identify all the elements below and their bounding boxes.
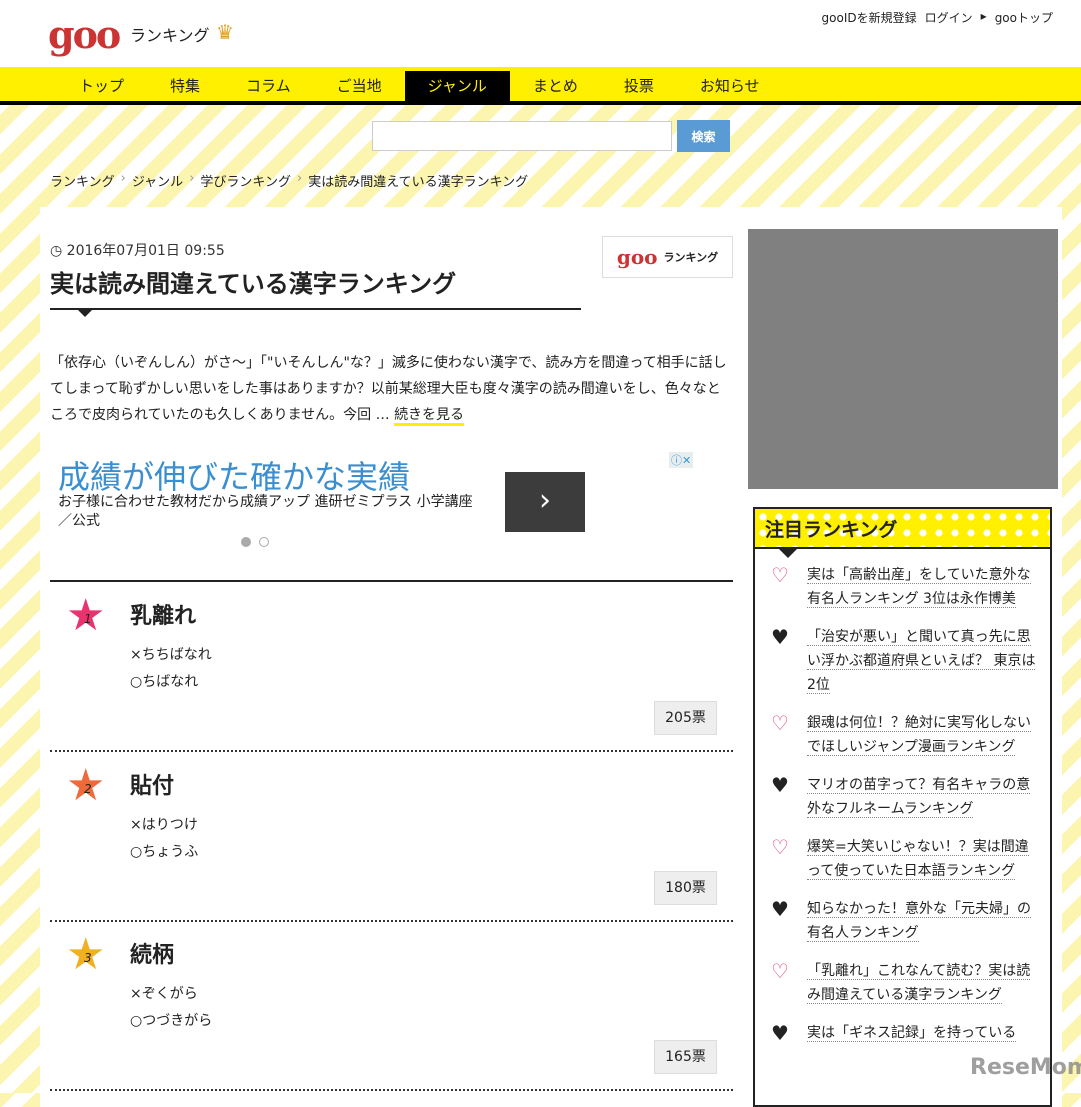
goo-logo[interactable]: goo	[48, 12, 121, 57]
featured-link[interactable]: 実は「高齢出産」をしていた意外な有名人ランキング 3位は永作博美	[807, 567, 1031, 608]
page-title: 実は読み間違えている漢字ランキング	[50, 270, 457, 298]
heart-icon: ♡	[771, 835, 789, 859]
rank-kanji: 貼付	[130, 774, 175, 799]
ad-next-button[interactable]: ›	[505, 472, 585, 532]
featured-item[interactable]: ♥ 知らなかった！意外な「元夫婦」の有名人ランキング	[755, 897, 1050, 945]
sidebar-ad[interactable]	[748, 229, 1058, 489]
featured-item[interactable]: ♥ 「治安が悪い」と聞いて真っ先に思い浮かぶ都道府県といえば？ 東京は2位	[755, 625, 1050, 697]
heart-icon: ♡	[771, 959, 789, 983]
badge-text: ランキング	[663, 251, 719, 264]
wrong-reading: ×はりつけ	[130, 817, 198, 833]
heart-icon: ♡	[771, 563, 789, 587]
heart-icon: ♥	[771, 625, 789, 649]
register-link[interactable]: gooIDを新規登録	[822, 9, 917, 26]
featured-link[interactable]: 銀魂は何位！？絶対に実写化しないでほしいジャンプ漫画ランキング	[807, 715, 1031, 756]
heart-icon: ♥	[771, 773, 789, 797]
ad-info-close-icon[interactable]: ⓘ✕	[669, 452, 694, 468]
read-more-link[interactable]: 続きを見る	[394, 407, 465, 426]
rank-kanji: 乳離れ	[130, 604, 197, 629]
breadcrumb: ランキング › ジャンル › 学びランキング › 実は読み間違えている漢字ランキング	[50, 171, 529, 190]
logo-subtitle[interactable]: ランキング	[130, 22, 210, 46]
clock-icon: ◷	[50, 243, 67, 259]
correct-reading: ○ちばなれ	[130, 674, 199, 690]
nav-matome[interactable]: まとめ	[510, 67, 601, 101]
lead-text: 「依存心（いぞんしん）がさ～」「"いそんしん"な？」滅多に使わない漢字で、読み方…	[50, 355, 727, 423]
nav-feature[interactable]: 特集	[147, 67, 223, 101]
heart-icon: ♥	[771, 1021, 789, 1045]
top-links: gooIDを新規登録 ログイン ▸ gooトップ	[822, 9, 1053, 26]
crumb-ranking[interactable]: ランキング	[50, 171, 115, 190]
header: goo ランキング ♛ gooIDを新規登録 ログイン ▸ gooトップ	[0, 0, 1081, 67]
nav-column[interactable]: コラム	[223, 67, 314, 101]
nav-local[interactable]: ご当地	[314, 67, 405, 101]
search-input[interactable]	[372, 121, 672, 151]
main-nav: トップ 特集 コラム ご当地 ジャンル まとめ 投票 お知らせ	[0, 67, 1081, 105]
heart-icon: ♡	[771, 711, 789, 735]
correct-reading: ○つづきがら	[130, 1013, 213, 1029]
featured-item[interactable]: ♡ 爆笑=大笑いじゃない！？実は間違って使っていた日本語ランキング	[755, 835, 1050, 883]
featured-link[interactable]: 「治安が悪い」と聞いて真っ先に思い浮かぶ都道府県といえば？ 東京は2位	[807, 629, 1036, 694]
nav-vote[interactable]: 投票	[601, 67, 677, 101]
featured-notch	[779, 549, 797, 558]
pager-dot[interactable]	[259, 537, 269, 547]
nav-genre[interactable]: ジャンル	[404, 71, 510, 105]
ad-pager	[241, 537, 269, 547]
crumb-study[interactable]: 学びランキング	[200, 171, 291, 190]
badge-logo: goo	[616, 245, 658, 269]
article-lead: 「依存心（いぞんしん）がさ～」「"いそんしん"な？」滅多に使わない漢字で、読み方…	[50, 350, 730, 428]
wrong-reading: ×ぞくがら	[130, 986, 198, 1002]
crumb-current: 実は読み間違えている漢字ランキング	[308, 175, 529, 190]
goo-top-link[interactable]: gooトップ	[995, 9, 1053, 26]
login-link[interactable]: ログイン	[925, 9, 973, 26]
featured-link[interactable]: 知らなかった！意外な「元夫婦」の有名人ランキング	[807, 901, 1031, 942]
featured-item[interactable]: ♡ 銀魂は何位！？絶対に実写化しないでほしいジャンプ漫画ランキング	[755, 711, 1050, 759]
featured-item[interactable]: ♥ マリオの苗字って？有名キャラの意外なフルネームランキング	[755, 773, 1050, 821]
rank-kanji: 続柄	[130, 943, 175, 968]
goo-ranking-badge: goo ランキング	[602, 236, 733, 278]
pager-dot[interactable]	[241, 537, 251, 547]
vote-count-button[interactable]: 205票	[654, 701, 717, 735]
nav-news[interactable]: お知らせ	[677, 67, 783, 101]
triangle-icon: ▸	[980, 9, 987, 23]
featured-item[interactable]: ♡ 実は「高齢出産」をしていた意外な有名人ランキング 3位は永作博美	[755, 563, 1050, 611]
crown-icon: ♛	[216, 20, 234, 44]
heart-icon: ♥	[771, 897, 789, 921]
vote-count-button[interactable]: 165票	[654, 1040, 717, 1074]
date-text: 2016年07月01日 09:55	[66, 243, 225, 259]
rank-item: ★ 1 乳離れ ×ちちばなれ ○ちばなれ 205票	[50, 582, 733, 752]
featured-item[interactable]: ♥ 実は「ギネス記録」を持っている	[755, 1021, 1050, 1045]
title-underline	[50, 308, 581, 310]
rank-item: ★ 2 貼付 ×はりつけ ○ちょうふ 180票	[50, 752, 733, 922]
title-notch	[76, 308, 94, 317]
ad-subtitle[interactable]: お子様に合わせた教材だから成績アップ 進研ゼミプラス 小学講座／公式	[58, 493, 478, 531]
ad-title[interactable]: 成績が伸びた確かな実績	[58, 452, 410, 498]
featured-link[interactable]: マリオの苗字って？有名キャラの意外なフルネームランキング	[807, 777, 1031, 818]
rank-number: 1	[84, 612, 92, 626]
featured-link[interactable]: 爆笑=大笑いじゃない！？実は間違って使っていた日本語ランキング	[807, 839, 1029, 880]
featured-item[interactable]: ♡ 「乳離れ」これなんて読む？実は読み間違えている漢字ランキング	[755, 959, 1050, 1007]
nav-top[interactable]: トップ	[56, 67, 147, 101]
crumb-genre[interactable]: ジャンル	[132, 171, 183, 190]
featured-link[interactable]: 「乳離れ」これなんて読む？実は読み間違えている漢字ランキング	[807, 963, 1031, 1004]
search-button[interactable]: 検索	[677, 120, 730, 152]
watermark-logo: ReseMom	[970, 1055, 1081, 1080]
wrong-reading: ×ちちばなれ	[130, 647, 212, 663]
article-date: ◷ 2016年07月01日 09:55	[50, 240, 225, 260]
vote-count-button[interactable]: 180票	[654, 871, 717, 905]
rank-number: 3	[84, 951, 92, 965]
rank-number: 2	[84, 782, 92, 796]
rank-item: ★ 3 続柄 ×ぞくがら ○つづきがら 165票	[50, 921, 733, 1091]
featured-title: 注目ランキング	[755, 509, 1050, 549]
correct-reading: ○ちょうふ	[130, 844, 199, 860]
featured-rankings: 注目ランキング ♡ 実は「高齢出産」をしていた意外な有名人ランキング 3位は永作博…	[753, 507, 1052, 1107]
featured-link[interactable]: 実は「ギネス記録」を持っている	[807, 1025, 1017, 1042]
